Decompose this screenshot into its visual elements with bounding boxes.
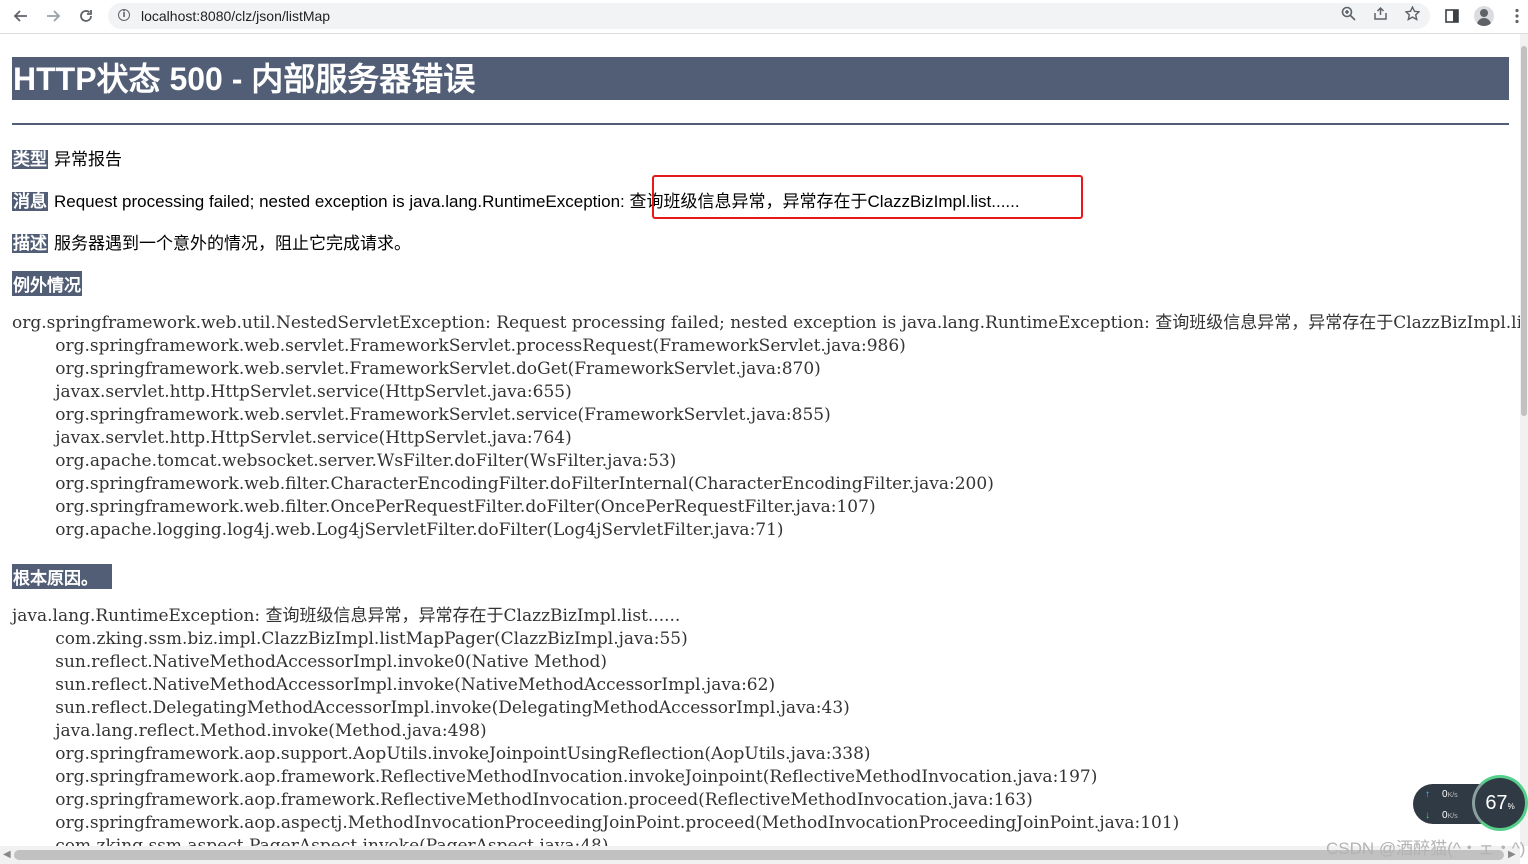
- star-icon[interactable]: [1402, 4, 1422, 22]
- horizontal-scroll-thumb[interactable]: [14, 850, 1504, 860]
- info-icon[interactable]: i: [118, 9, 130, 21]
- side-panel-icon[interactable]: [1439, 4, 1465, 28]
- vertical-scroll-thumb[interactable]: [1521, 46, 1527, 416]
- type-label: 类型: [12, 150, 48, 169]
- gauge-unit: %: [1507, 801, 1515, 811]
- horizontal-scrollbar[interactable]: ◀ ▶: [0, 846, 1520, 864]
- address-bar[interactable]: i localhost:8080/clz/json/listMap: [108, 3, 1430, 29]
- csdn-watermark: CSDN @酒醉猫(^・ェ・^): [1326, 839, 1526, 858]
- share-icon[interactable]: [1370, 4, 1390, 22]
- gauge-value: 67: [1485, 791, 1508, 814]
- back-arrow-icon[interactable]: [8, 4, 34, 28]
- divider: [12, 123, 1509, 125]
- zoom-icon[interactable]: [1338, 4, 1358, 22]
- upload-speed: ↑ 0K/s: [1425, 789, 1458, 800]
- kebab-menu-icon[interactable]: [1504, 4, 1528, 28]
- message-prefix: Request processing failed; nested except…: [54, 192, 630, 211]
- description-label: 描述: [12, 234, 48, 253]
- memory-gauge[interactable]: 67%: [1472, 775, 1528, 831]
- download-speed: ↓ 0K/s: [1425, 810, 1458, 821]
- type-value: 异常报告: [54, 150, 122, 169]
- description-value: 服务器遇到一个意外的情况，阻止它完成请求。: [54, 234, 411, 253]
- exception-trace: org.springframework.web.util.NestedServl…: [12, 313, 1520, 540]
- download-arrow-icon: ↓: [1425, 810, 1430, 821]
- vertical-scrollbar[interactable]: [1520, 34, 1528, 846]
- root-cause-trace: java.lang.RuntimeException: 查询班级信息异常，异常存…: [12, 606, 1180, 846]
- upload-arrow-icon: ↑: [1425, 789, 1430, 800]
- browser-toolbar: i localhost:8080/clz/json/listMap: [0, 0, 1528, 34]
- scroll-left-icon[interactable]: ◀: [3, 849, 11, 860]
- exception-heading: 例外情况: [12, 271, 82, 296]
- url-text[interactable]: localhost:8080/clz/json/listMap: [141, 8, 330, 24]
- page-title: HTTP状态 500 - 内部服务器错误: [12, 57, 1509, 100]
- red-annotation-box: [652, 175, 1083, 219]
- description-row: 描述 服务器遇到一个意外的情况，阻止它完成请求。: [12, 229, 411, 254]
- message-label: 消息: [12, 192, 48, 211]
- forward-arrow-icon[interactable]: [40, 4, 66, 28]
- root-cause-heading: 根本原因。: [12, 564, 112, 589]
- page-content: HTTP状态 500 - 内部服务器错误 类型 异常报告 消息 Request pr…: [0, 34, 1520, 846]
- avatar-icon[interactable]: [1474, 6, 1494, 26]
- type-row: 类型 异常报告: [12, 145, 122, 170]
- reload-icon[interactable]: [73, 4, 99, 28]
